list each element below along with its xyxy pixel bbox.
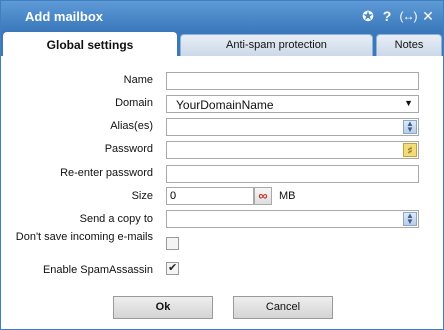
reenter-password-field[interactable] [166,165,419,183]
spamassassin-checkbox[interactable] [166,261,179,275]
tab-notes[interactable]: Notes [376,34,442,56]
reenter-password-label: Re-enter password [60,167,153,179]
reenter-password-input[interactable] [167,166,418,182]
send-copy-input[interactable] [167,211,418,227]
aliases-field[interactable]: ▲ ▼ [166,118,419,136]
cancel-button[interactable]: Cancel [233,296,333,319]
dont-save-checkbox[interactable] [166,237,179,250]
tab-strip: Global settings Anti-spam protection Not… [1,32,443,56]
password-field[interactable]: ♯ [166,141,419,159]
help-icon[interactable]: ? [380,7,394,25]
domain-label: Domain [115,97,153,109]
send-copy-label: Send a copy to [79,213,153,225]
title-bar[interactable]: Add mailbox ✪ ? (↔) ✕ [1,1,443,32]
domain-selected-value: YourDomainName [176,98,274,112]
tab-anti-spam-protection[interactable]: Anti-spam protection [180,34,373,56]
ok-button[interactable]: Ok [113,296,213,319]
pin-icon[interactable]: ✪ [359,7,377,25]
dont-save-label: Don't save incoming e-mails [15,231,153,243]
maximize-icon[interactable]: (↔) [397,7,419,25]
aliases-label: Alias(es) [110,120,153,132]
spin-icon[interactable]: ▲ ▼ [403,212,417,226]
name-field[interactable] [166,72,419,90]
infinite-size-button[interactable]: ∞ [254,187,272,205]
send-copy-field[interactable]: ▲ ▼ [166,210,419,228]
size-input[interactable] [167,188,253,204]
add-mailbox-dialog: Add mailbox ✪ ? (↔) ✕ Global settings An… [0,0,444,330]
tab-global-settings[interactable]: Global settings [3,32,177,56]
key-icon[interactable]: ♯ [403,143,417,157]
spamassassin-label: Enable SpamAssassin [42,264,153,276]
password-input[interactable] [167,142,418,158]
spin-icon[interactable]: ▲ ▼ [403,120,417,134]
dialog-title: Add mailbox [25,9,104,24]
size-label: Size [131,190,153,202]
dropdown-arrow-icon[interactable]: ▼ [404,98,413,108]
password-label: Password [104,143,153,155]
name-label: Name [123,74,153,86]
aliases-input[interactable] [167,119,418,135]
domain-select[interactable]: YourDomainName ▼ [166,95,419,113]
name-input[interactable] [167,73,418,89]
close-icon[interactable]: ✕ [419,7,437,25]
size-unit: MB [279,190,296,202]
size-field[interactable] [166,187,254,205]
